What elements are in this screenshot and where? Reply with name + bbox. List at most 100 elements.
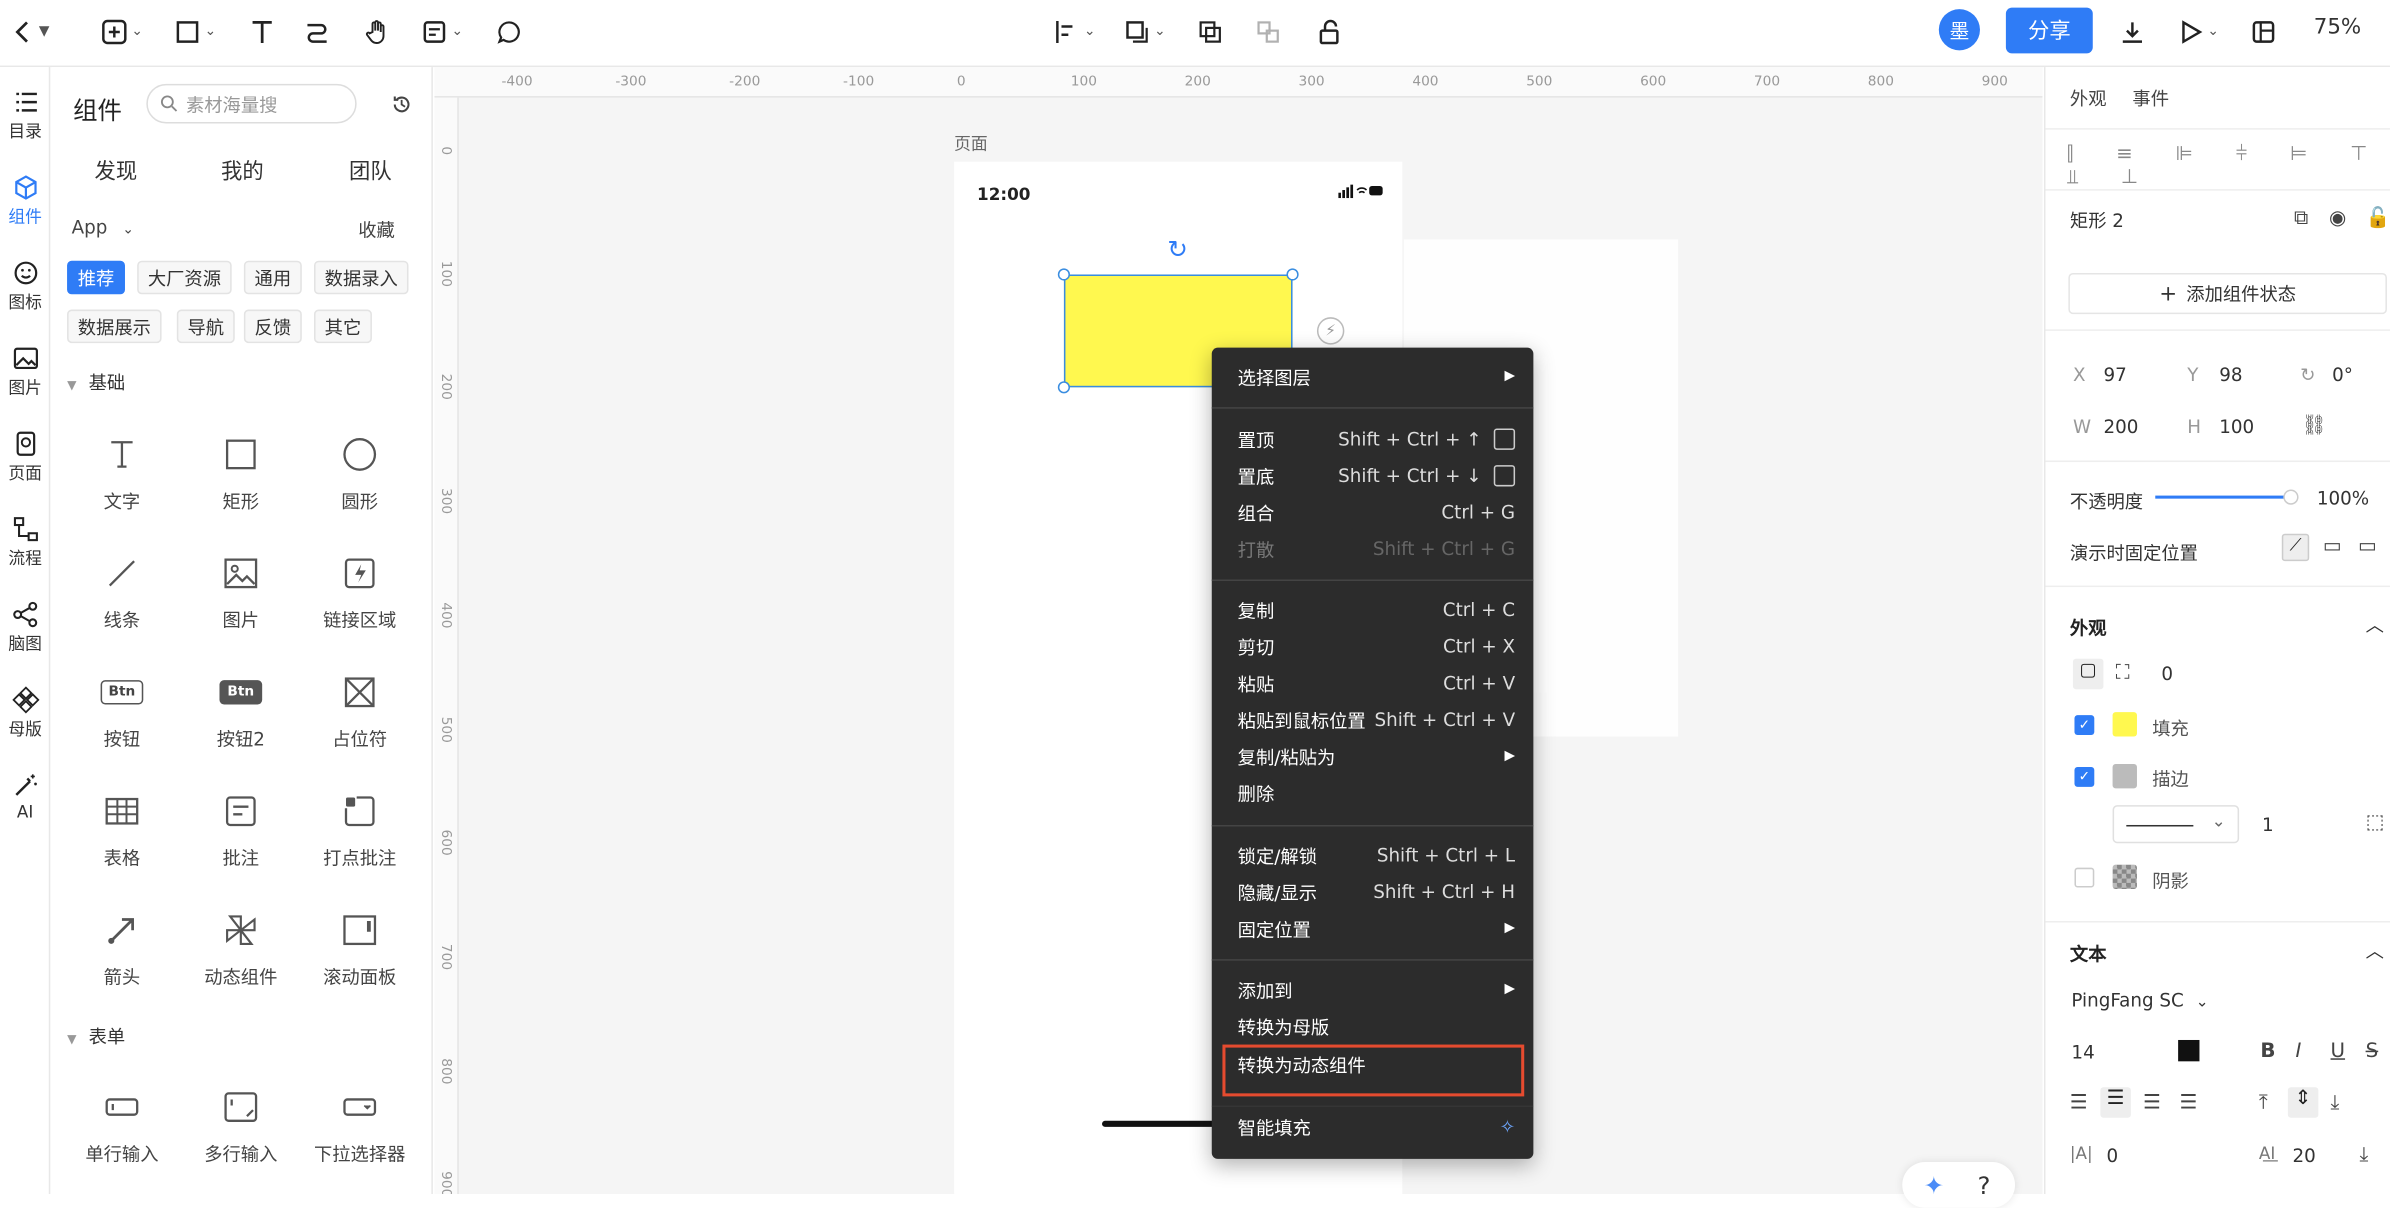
eye-icon[interactable]: ◉ (2329, 207, 2346, 230)
resize-handle[interactable] (1057, 268, 1071, 281)
align-center-icon[interactable]: ☰ (2100, 1087, 2131, 1118)
align-tools-icon[interactable]: ⫿ ≡ ⊫ ⫩ ⊨ ⊤ ⫫ ⊥ (2067, 143, 2390, 189)
interaction-bolt-icon[interactable]: ⚡ (1316, 317, 1345, 345)
opacity-value[interactable]: 100% (2317, 488, 2369, 509)
ungroup-button[interactable] (1250, 12, 1287, 52)
add-page-button[interactable]: ⌄ (95, 12, 150, 52)
text-color-swatch[interactable] (2178, 1039, 2200, 1062)
group-button[interactable] (1192, 12, 1229, 52)
underline-icon[interactable]: U (2331, 1040, 2346, 1063)
fixed-top-icon[interactable]: ▭ (2323, 535, 2342, 558)
avatar[interactable]: 墨 (1938, 9, 1980, 51)
radius-individual-icon[interactable]: ⛶ (2116, 662, 2130, 685)
add-state-button[interactable]: + 添加组件状态 (2068, 272, 2387, 315)
frame-icon[interactable]: ⧉ (2294, 207, 2308, 230)
radius-input[interactable]: 0 (2161, 663, 2173, 684)
align-button[interactable]: ⌄ (1049, 12, 1101, 52)
font-select[interactable]: PingFang SC ⌄ (2071, 990, 2208, 1011)
menu-paste-at-mouse[interactable]: 粘贴到鼠标位置 Shift + Ctrl + V (1238, 705, 1515, 735)
preview-button[interactable]: ⌄ (2171, 12, 2226, 52)
shadow-checkbox[interactable] (2074, 867, 2095, 888)
component-table[interactable]: 表格 (62, 790, 181, 897)
fill-checkbox[interactable]: ✓ (2074, 715, 2095, 736)
rail-item-directory[interactable]: 目录 (0, 88, 50, 164)
component-circle[interactable]: 圆形 (300, 433, 419, 540)
chip-other[interactable]: 其它 (313, 309, 372, 344)
ai-assistant-bar[interactable]: ✦ ? (1902, 1161, 2016, 1208)
menu-convert-to-master[interactable]: 转换为母版 (1238, 1011, 1515, 1041)
menu-copy[interactable]: 复制 Ctrl + C (1238, 595, 1515, 625)
connector-tool-button[interactable] (299, 12, 336, 52)
component-multi-input[interactable]: 多行输入 (181, 1086, 300, 1193)
stroke-width-input[interactable]: 1 (2262, 814, 2274, 835)
rail-item-ai[interactable]: AI (0, 772, 50, 848)
menu-bring-to-top[interactable]: 置顶 Shift + Ctrl + ↑ (1238, 424, 1516, 454)
share-button[interactable]: 分享 (2005, 7, 2093, 54)
bold-icon[interactable]: B (2260, 1040, 2275, 1063)
menu-hide[interactable]: 隐藏/显示 Shift + Ctrl + H (1238, 877, 1515, 907)
chip-recommended[interactable]: 推荐 (67, 260, 126, 295)
x-input[interactable]: 97 (2103, 364, 2126, 385)
resize-handle[interactable] (1057, 381, 1071, 394)
component-placeholder[interactable]: 占位符 (300, 671, 419, 778)
menu-lock[interactable]: 锁定/解锁 Shift + Ctrl + L (1238, 840, 1515, 870)
lock-button[interactable] (1311, 12, 1348, 52)
chevron-up-icon[interactable]: ︿ (2366, 938, 2384, 964)
chip-data-entry[interactable]: 数据录入 (313, 260, 409, 295)
shadow-swatch[interactable] (2112, 864, 2137, 890)
align-justify-icon[interactable]: ☰ (2180, 1092, 2198, 1115)
italic-icon[interactable]: I (2295, 1040, 2301, 1063)
rail-item-pages[interactable]: 页面 (0, 430, 50, 506)
font-size-input[interactable]: 14 (2071, 1042, 2094, 1063)
paragraph-settings-icon[interactable]: ⤓ (2360, 1144, 2369, 1167)
menu-smart-fill[interactable]: 智能填充 ✧ (1238, 1112, 1515, 1142)
chevron-up-icon[interactable]: ︿ (2366, 611, 2384, 637)
zoom-level[interactable]: 75% (2314, 15, 2361, 39)
align-left-icon[interactable]: ☰ (2070, 1092, 2088, 1115)
menu-paste[interactable]: 粘贴 Ctrl + V (1238, 668, 1515, 698)
rail-item-master[interactable]: 母版 (0, 686, 50, 762)
component-single-input[interactable]: 单行输入 (62, 1086, 181, 1193)
menu-group[interactable]: 组合 Ctrl + G (1238, 497, 1515, 527)
layout-panel-button[interactable] (2245, 12, 2282, 52)
menu-select-layer[interactable]: 选择图层 ▶ (1238, 361, 1515, 391)
component-link-area[interactable]: 链接区域 (300, 552, 419, 659)
align-right-icon[interactable]: ☰ (2143, 1092, 2161, 1115)
menu-delete[interactable]: 删除 (1238, 778, 1515, 808)
chip-data-display[interactable]: 数据展示 (67, 309, 162, 344)
arrange-button[interactable]: ⌄ (1119, 12, 1171, 52)
component-rectangle[interactable]: 矩形 (181, 433, 300, 540)
y-input[interactable]: 98 (2219, 364, 2242, 385)
fixed-bottom-icon[interactable]: ▭ (2358, 535, 2377, 558)
tab-appearance[interactable]: 外观 (2070, 85, 2107, 111)
component-text[interactable]: 文字 (62, 433, 181, 540)
component-scroll-panel[interactable]: 滚动面板 (300, 909, 419, 1016)
shape-tool-button[interactable]: ⌄ (168, 12, 223, 52)
h-input[interactable]: 100 (2219, 416, 2254, 437)
menu-copy-paste-as[interactable]: 复制/粘贴为 ▶ (1238, 741, 1515, 771)
section-form[interactable]: ▼ 表单 (67, 1023, 125, 1049)
chip-navigation[interactable]: 导航 (176, 309, 235, 344)
fill-color-swatch[interactable] (2112, 712, 2137, 737)
tab-discover[interactable]: 发现 (95, 156, 138, 186)
history-button[interactable] (390, 93, 413, 120)
letter-spacing-input[interactable]: 0 (2106, 1145, 2118, 1166)
opacity-slider-thumb[interactable] (2283, 489, 2299, 505)
tab-events[interactable]: 事件 (2132, 85, 2169, 111)
component-button[interactable]: Btn 按钮 (62, 671, 181, 778)
chip-general[interactable]: 通用 (243, 260, 302, 295)
search-input[interactable]: 素材海量搜 (146, 83, 357, 124)
menu-cut[interactable]: 剪切 Ctrl + X (1238, 631, 1515, 661)
tab-team[interactable]: 团队 (349, 156, 392, 186)
menu-add-to[interactable]: 添加到 ▶ (1238, 974, 1515, 1004)
component-dropdown[interactable]: 下拉选择器 (300, 1086, 419, 1193)
rail-item-images[interactable]: 图片 (0, 345, 50, 421)
link-ratio-icon[interactable]: ⛓ (2302, 415, 2327, 438)
comment-tool-button[interactable] (491, 12, 528, 52)
component-line[interactable]: 线条 (62, 552, 181, 659)
w-input[interactable]: 200 (2103, 416, 2138, 437)
lock-icon[interactable]: 🔓 (2366, 207, 2390, 230)
component-button2[interactable]: Btn 按钮2 (181, 671, 300, 778)
rotation-input[interactable]: 0° (2332, 364, 2353, 385)
component-dynamic[interactable]: 动态组件 (181, 909, 300, 1016)
